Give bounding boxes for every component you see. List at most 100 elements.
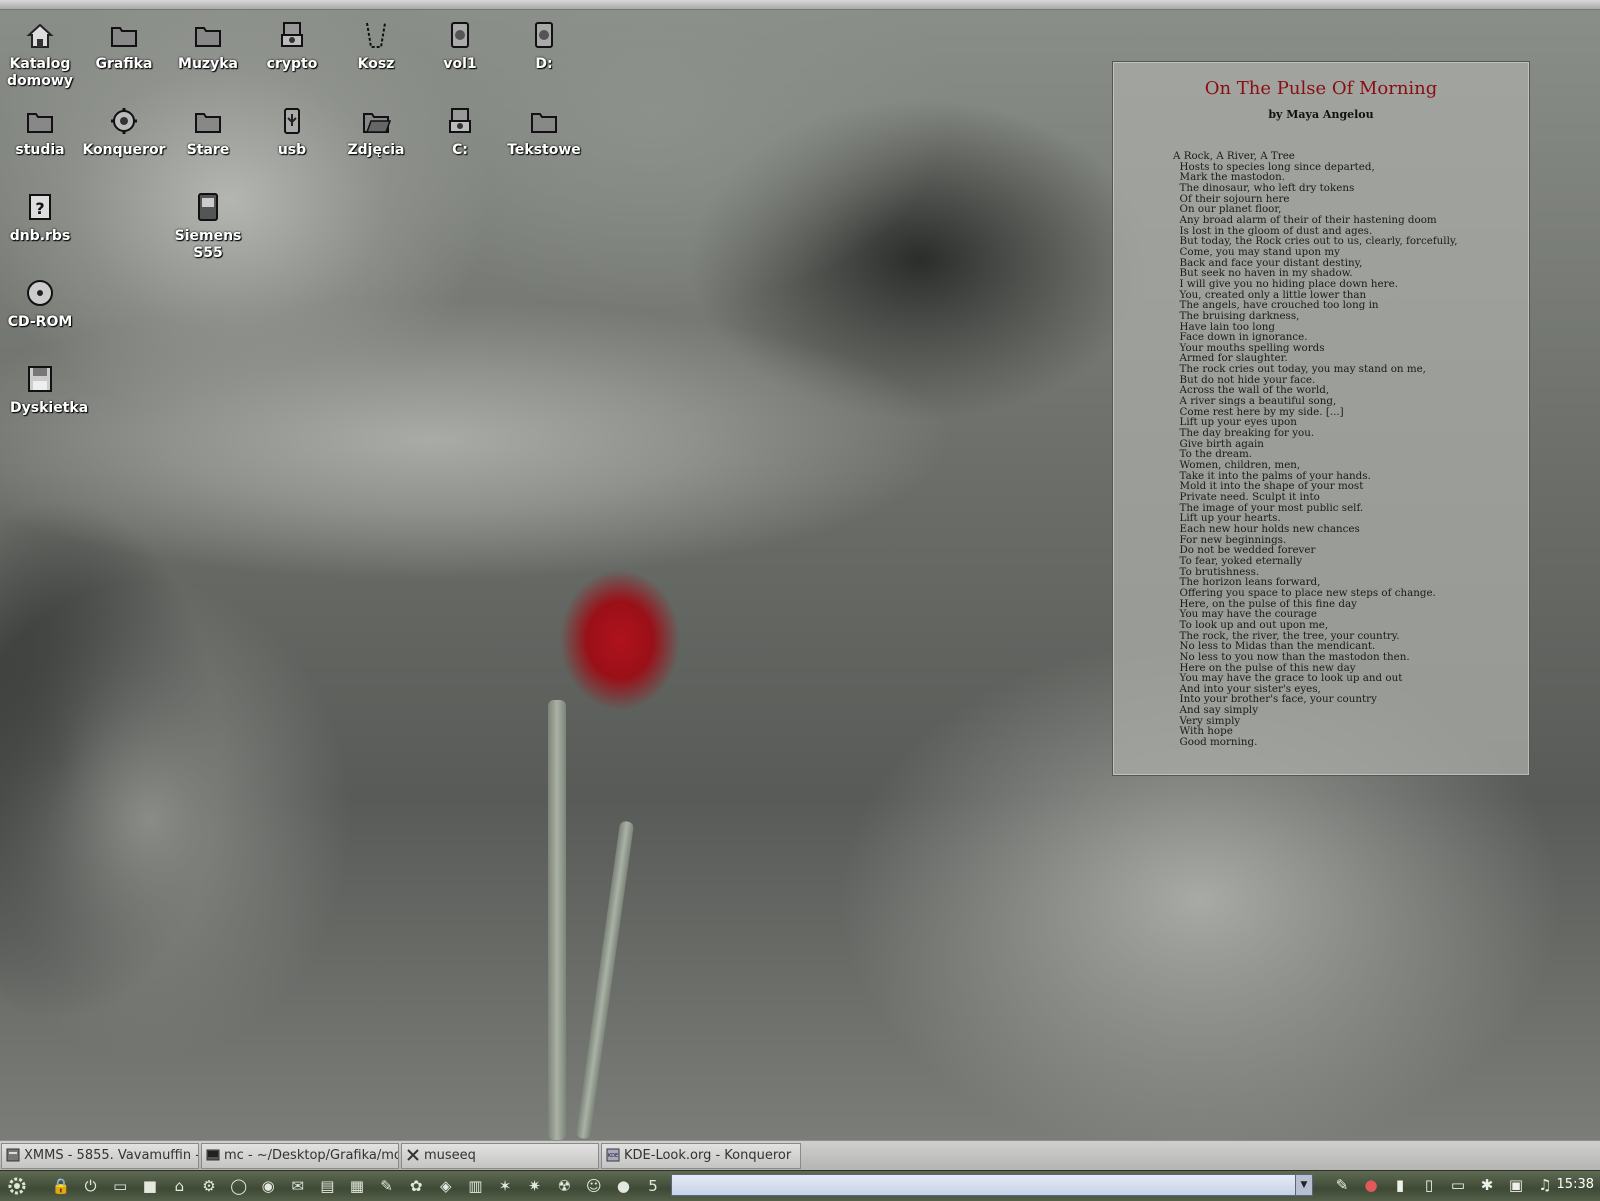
desktop-icon-studia[interactable]: studia	[0, 106, 82, 159]
desktop-icon-c[interactable]: C:	[418, 106, 502, 159]
tools-icon[interactable]: ✶	[494, 1175, 516, 1197]
command-line[interactable]: ▼	[671, 1174, 1313, 1196]
opera-icon[interactable]: ◯	[228, 1175, 250, 1197]
task-label: mc - ~/Desktop/Grafika/mor	[224, 1148, 399, 1163]
drive-icon	[535, 22, 553, 48]
desktop-icon-siemens-s55[interactable]: Siemens S55	[166, 192, 250, 262]
icon-label: Muzyka	[178, 56, 238, 72]
x-window-icon	[407, 1148, 419, 1161]
poem-title: On The Pulse Of Morning	[1204, 78, 1438, 99]
speaker-icon[interactable]: ▯	[1419, 1175, 1439, 1195]
pen-icon[interactable]: ✎	[1332, 1175, 1352, 1195]
desktop-icon-vol1[interactable]: vol1	[418, 20, 502, 73]
desktop-icon-grafika[interactable]: Grafika	[82, 20, 166, 73]
bluetooth-icon[interactable]: ✱	[1477, 1175, 1497, 1195]
icon-label: Grafika	[95, 56, 153, 72]
poem-line: Good morning.	[1173, 736, 1258, 749]
poem-line: No less to you now than the mastodon the…	[1173, 650, 1410, 663]
poem-line: I will give you no hiding place down her…	[1173, 277, 1398, 290]
desktop-icon-d[interactable]: D:	[502, 20, 586, 73]
task-konqueror[interactable]: KDE KDE-Look.org - Konqueror	[601, 1143, 801, 1169]
desktop-icon-stare[interactable]: Stare	[166, 106, 250, 159]
icon-label: vol1	[443, 56, 477, 72]
icon-label: Katalog domowy	[7, 56, 73, 89]
kde-icon: KDE	[606, 1148, 620, 1161]
desktop-icon-tekstowe[interactable]: Tekstowe	[502, 106, 586, 159]
poem-widget: On The Pulse Of Morning by Maya Angelou …	[1112, 61, 1530, 776]
poem-body: A Rock, A River, A Tree Hosts to species…	[1173, 151, 1513, 748]
mail-icon[interactable]: ✉	[287, 1175, 309, 1197]
irc-icon[interactable]: ✷	[524, 1175, 546, 1197]
icon-label: CD-ROM	[7, 314, 73, 330]
terminal-icon[interactable]: ■	[139, 1175, 161, 1197]
desktop-icon-konqueror[interactable]: Konqueror	[82, 106, 166, 159]
icon-label: usb	[277, 142, 307, 158]
konqueror-icon	[111, 108, 137, 134]
network-icon[interactable]: ◈	[435, 1175, 457, 1197]
desktop-icon-crypto[interactable]: crypto	[250, 20, 334, 73]
unknown-file-icon: ?	[29, 194, 51, 220]
task-label: museeq	[424, 1148, 476, 1163]
paint-icon[interactable]: ✿	[405, 1175, 427, 1197]
icon-label: Siemens S55	[174, 228, 242, 261]
record-icon[interactable]: ●	[1361, 1175, 1381, 1195]
firefox-icon[interactable]: ◉	[257, 1175, 279, 1197]
poem-line: To fear, yoked eternally	[1173, 554, 1303, 567]
lock-icon[interactable]: 🔒	[50, 1175, 72, 1197]
network-tray-icon[interactable]: ▣	[1506, 1175, 1526, 1195]
music-note-icon[interactable]: ♫	[1535, 1175, 1555, 1195]
task-mc[interactable]: mc - ~/Desktop/Grafika/mor	[201, 1143, 399, 1169]
logout-icon[interactable]: ⏻	[80, 1175, 102, 1197]
desktop-icon-dyskietka[interactable]: Dyskietka	[0, 364, 88, 417]
radiation-icon[interactable]: ☢	[553, 1175, 575, 1197]
calendar-icon[interactable]: ▦	[346, 1175, 368, 1197]
user-icon[interactable]: ●	[612, 1175, 634, 1197]
konqueror-icon[interactable]: ⚙	[198, 1175, 220, 1197]
kde-gear-icon[interactable]	[6, 1175, 28, 1197]
clock[interactable]: 15:38	[1557, 1177, 1594, 1192]
top-edge-bar	[0, 0, 1600, 10]
editor-icon[interactable]: ✎	[376, 1175, 398, 1197]
folder-icon	[111, 27, 137, 47]
clipboard-icon[interactable]: ▭	[1448, 1175, 1468, 1195]
html-icon[interactable]: 5	[642, 1175, 664, 1197]
smiley-icon[interactable]: ☺	[583, 1175, 605, 1197]
poem-line: Offering you space to place new steps of…	[1173, 586, 1436, 599]
cdrom-icon	[27, 280, 53, 306]
task-museeq[interactable]: museeq	[401, 1143, 599, 1169]
svg-text:KDE: KDE	[608, 1153, 618, 1159]
flower-stem	[548, 700, 566, 1140]
home-icon[interactable]: ⌂	[168, 1175, 190, 1197]
task-label: XMMS - 5855. Vavamuffin -	[24, 1148, 199, 1163]
volume-icon[interactable]: ▮	[1390, 1175, 1410, 1195]
xmms-icon	[6, 1148, 20, 1161]
task-label: KDE-Look.org - Konqueror	[624, 1148, 792, 1163]
desktop-icon-dnb-rbs[interactable]: ? dnb.rbs	[0, 192, 82, 245]
icon-label: D:	[535, 56, 553, 72]
folder-icon	[195, 27, 221, 47]
archive-icon[interactable]: ▥	[464, 1175, 486, 1197]
command-input[interactable]	[672, 1177, 1298, 1195]
hard-drive-icon	[449, 108, 471, 133]
icon-label: dnb.rbs	[9, 228, 71, 244]
poem-line: Any broad alarm of their of their hasten…	[1173, 213, 1437, 226]
show-desktop-icon[interactable]: ▭	[109, 1175, 131, 1197]
floppy-icon	[28, 366, 52, 392]
desktop-icon-usb[interactable]: usb	[250, 106, 334, 159]
desktop-icon-zdjecia[interactable]: Zdjęcia	[334, 106, 418, 159]
icon-label: Kosz	[357, 56, 395, 72]
desktop-icon-cd-rom[interactable]: CD-ROM	[0, 278, 82, 331]
chevron-down-icon[interactable]: ▼	[1295, 1175, 1312, 1195]
desktop-icon-katalog-domowy[interactable]: Katalog domowy	[0, 20, 82, 90]
poem-author: by Maya Angelou	[1268, 108, 1374, 121]
svg-text:?: ?	[35, 199, 44, 218]
taskbar: XMMS - 5855. Vavamuffin - mc - ~/Desktop…	[0, 1140, 1600, 1170]
poem-line: Come, you may stand upon my	[1173, 245, 1340, 258]
icon-label: Tekstowe	[507, 142, 581, 158]
icon-label: crypto	[266, 56, 318, 72]
task-xmms[interactable]: XMMS - 5855. Vavamuffin -	[1, 1143, 199, 1169]
desktop-icon-kosz[interactable]: Kosz	[334, 20, 418, 73]
settings-icon[interactable]: ▤	[316, 1175, 338, 1197]
hard-drive-icon	[281, 22, 303, 47]
desktop-icon-muzyka[interactable]: Muzyka	[166, 20, 250, 73]
